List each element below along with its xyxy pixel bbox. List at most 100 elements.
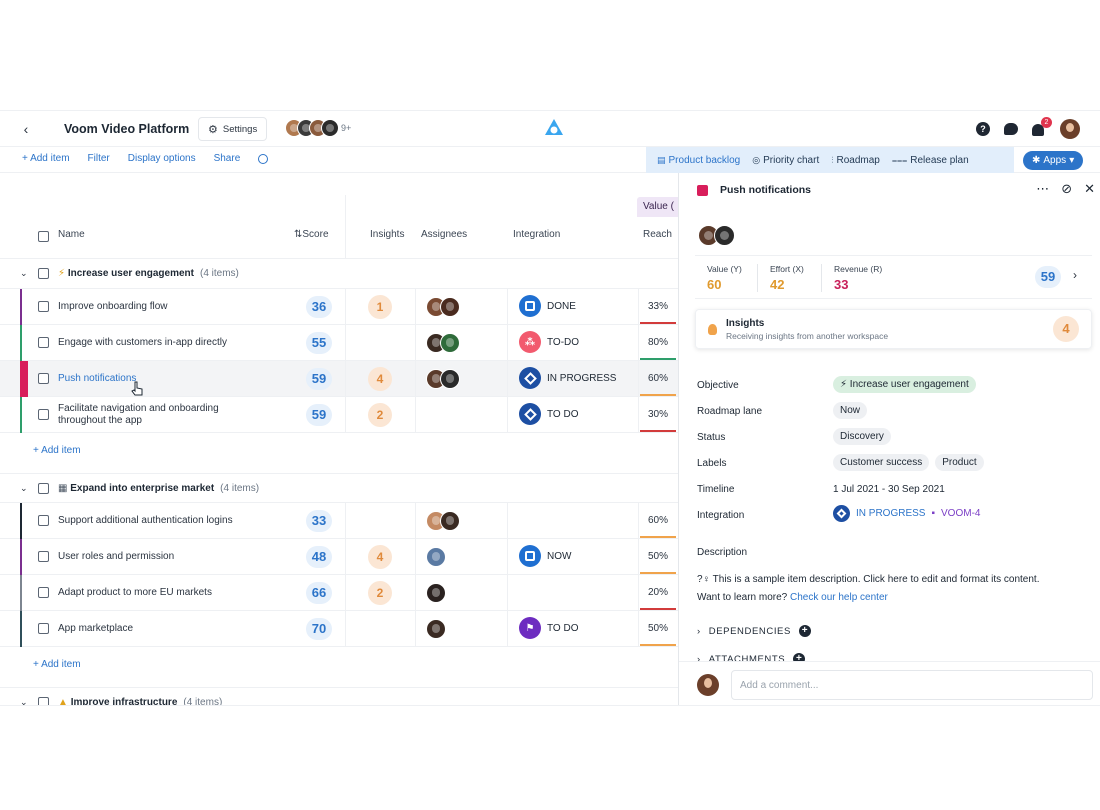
table-row[interactable]: Engage with customers in-app directly 55…: [0, 325, 678, 361]
chevron-right-icon[interactable]: ›: [1073, 268, 1077, 282]
table-row-selected[interactable]: Push notifications 59 4 IN PROGRESS 60%: [0, 361, 678, 397]
field-objective[interactable]: ⚡ Increase user engagement: [833, 376, 976, 393]
description-body[interactable]: ?♀ This is a sample item description. Cl…: [697, 571, 1087, 607]
more-options-icon[interactable]: ⋯: [1036, 181, 1049, 197]
notifications-button[interactable]: 2: [1032, 117, 1052, 136]
assignees[interactable]: [426, 619, 446, 639]
group-checkbox[interactable]: [38, 482, 49, 494]
header-score[interactable]: ⇅Score: [294, 229, 329, 240]
row-checkbox[interactable]: [38, 301, 49, 312]
user-avatar[interactable]: [1060, 119, 1080, 139]
integration-status[interactable]: ⚑ TO DO: [519, 617, 578, 639]
row-checkbox[interactable]: [38, 587, 49, 598]
integration-status[interactable]: ⁂ TO-DO: [519, 331, 579, 353]
table-row[interactable]: Facilitate navigation and onboarding thr…: [0, 397, 678, 433]
field-labels[interactable]: Customer success Product: [833, 454, 984, 471]
row-checkbox[interactable]: [38, 515, 49, 526]
assignees[interactable]: [426, 547, 446, 567]
insights-count[interactable]: 2: [368, 581, 392, 605]
reach-cell[interactable]: 50%: [638, 539, 678, 575]
row-checkbox[interactable]: [38, 337, 49, 348]
table-row[interactable]: Improve onboarding flow 36 1 DONE 33%: [0, 289, 678, 325]
field-timeline[interactable]: 1 Jul 2021 - 30 Sep 2021: [833, 484, 945, 495]
add-item-button[interactable]: + Add item: [22, 153, 70, 164]
panel-assignees[interactable]: [698, 225, 735, 246]
table-row[interactable]: Support additional authentication logins…: [0, 503, 678, 539]
help-icon[interactable]: ?: [976, 122, 990, 136]
insights-card[interactable]: Insights Receiving insights from another…: [695, 309, 1092, 349]
share-button[interactable]: Share: [214, 153, 241, 164]
insights-count[interactable]: 4: [368, 367, 392, 391]
chevron-down-icon[interactable]: ⌄: [20, 268, 28, 279]
hide-icon[interactable]: ⊘: [1061, 181, 1072, 197]
workspace-members[interactable]: 9+: [285, 119, 351, 137]
header-insights[interactable]: Insights: [370, 229, 404, 240]
item-name[interactable]: App marketplace: [58, 623, 288, 635]
chat-icon[interactable]: [1004, 123, 1018, 135]
group-header-enterprise[interactable]: ⌄ ▦ Expand into enterprise market (4 item…: [0, 473, 678, 503]
label-chip[interactable]: Customer success: [833, 454, 930, 471]
integration-status[interactable]: TO DO: [519, 403, 578, 425]
search-icon[interactable]: [258, 154, 269, 164]
reach-cell[interactable]: 50%: [638, 611, 678, 647]
header-value-group[interactable]: Value (: [637, 197, 678, 217]
header-name[interactable]: Name: [58, 229, 85, 240]
assignees[interactable]: [426, 583, 446, 603]
label-chip[interactable]: Product: [935, 454, 984, 471]
settings-button[interactable]: ⚙ Settings: [198, 117, 268, 141]
add-item-link[interactable]: + Add item: [33, 659, 81, 670]
item-name[interactable]: Facilitate navigation and onboarding thr…: [58, 403, 248, 427]
item-name[interactable]: Push notifications: [58, 373, 288, 385]
insights-count[interactable]: 1: [368, 295, 392, 319]
tab-priority-chart[interactable]: ◎ Priority chart: [746, 147, 825, 173]
objective-chip[interactable]: ⚡ Increase user engagement: [833, 376, 976, 393]
status-chip[interactable]: Discovery: [833, 428, 891, 445]
display-options-button[interactable]: Display options: [128, 153, 196, 164]
integration-status[interactable]: DONE: [519, 295, 576, 317]
group-checkbox[interactable]: [38, 268, 49, 279]
assignees[interactable]: [426, 297, 460, 317]
select-all-checkbox[interactable]: [38, 231, 49, 242]
roadmap-lane-chip[interactable]: Now: [833, 402, 868, 419]
reach-cell[interactable]: 60%: [638, 361, 678, 397]
add-item-link[interactable]: + Add item: [33, 445, 81, 456]
header-reach[interactable]: Reach: [643, 229, 672, 240]
row-checkbox[interactable]: [38, 409, 49, 420]
integration-status[interactable]: IN PROGRESS: [519, 367, 616, 389]
field-status[interactable]: Discovery: [833, 428, 891, 445]
reach-cell[interactable]: 30%: [638, 397, 678, 433]
reach-cell[interactable]: 20%: [638, 575, 678, 611]
row-checkbox[interactable]: [38, 551, 49, 562]
item-name[interactable]: Improve onboarding flow: [58, 301, 288, 313]
panel-title[interactable]: Push notifications: [720, 184, 811, 196]
tab-roadmap[interactable]: ⫶ Roadmap: [825, 147, 886, 173]
insights-count[interactable]: 2: [368, 403, 392, 427]
header-assignees[interactable]: Assignees: [421, 229, 467, 240]
score-metrics[interactable]: Value (Y) 60 Effort (X) 42 Revenue (R) 3…: [695, 255, 1092, 299]
item-name[interactable]: Adapt product to more EU markets: [58, 587, 288, 599]
item-name[interactable]: Support additional authentication logins: [58, 515, 288, 527]
field-roadmap-lane[interactable]: Now: [833, 402, 868, 419]
field-integration[interactable]: IN PROGRESS ▪ VOOM-4: [833, 505, 980, 522]
integration-status[interactable]: NOW: [519, 545, 571, 567]
row-checkbox[interactable]: [38, 623, 49, 634]
filter-button[interactable]: Filter: [88, 153, 110, 164]
item-name[interactable]: User roles and permission: [58, 551, 288, 563]
integration-key-link[interactable]: VOOM-4: [941, 508, 980, 519]
group-header-increase-engagement[interactable]: ⌄ ⚡ Increase user engagement (4 items): [0, 259, 678, 289]
header-integration[interactable]: Integration: [513, 229, 560, 240]
assignees[interactable]: [426, 511, 460, 531]
chevron-down-icon[interactable]: ⌄: [20, 697, 28, 706]
reach-cell[interactable]: 60%: [638, 503, 678, 539]
chevron-down-icon[interactable]: ⌄: [20, 483, 28, 494]
chevron-left-icon[interactable]: ‹: [18, 120, 34, 138]
comment-input[interactable]: [731, 670, 1093, 700]
item-color-swatch[interactable]: [697, 185, 708, 196]
table-row[interactable]: User roles and permission 48 4 NOW 50%: [0, 539, 678, 575]
assignees[interactable]: [426, 369, 460, 389]
help-center-link[interactable]: Check our help center: [790, 592, 888, 603]
item-name[interactable]: Engage with customers in-app directly: [58, 337, 288, 349]
tab-release-plan[interactable]: ⩶ Release plan: [886, 147, 975, 173]
row-checkbox[interactable]: [38, 373, 49, 384]
group-header-infrastructure[interactable]: ⌄ ▲ Improve infrastructure (4 items): [0, 687, 678, 706]
